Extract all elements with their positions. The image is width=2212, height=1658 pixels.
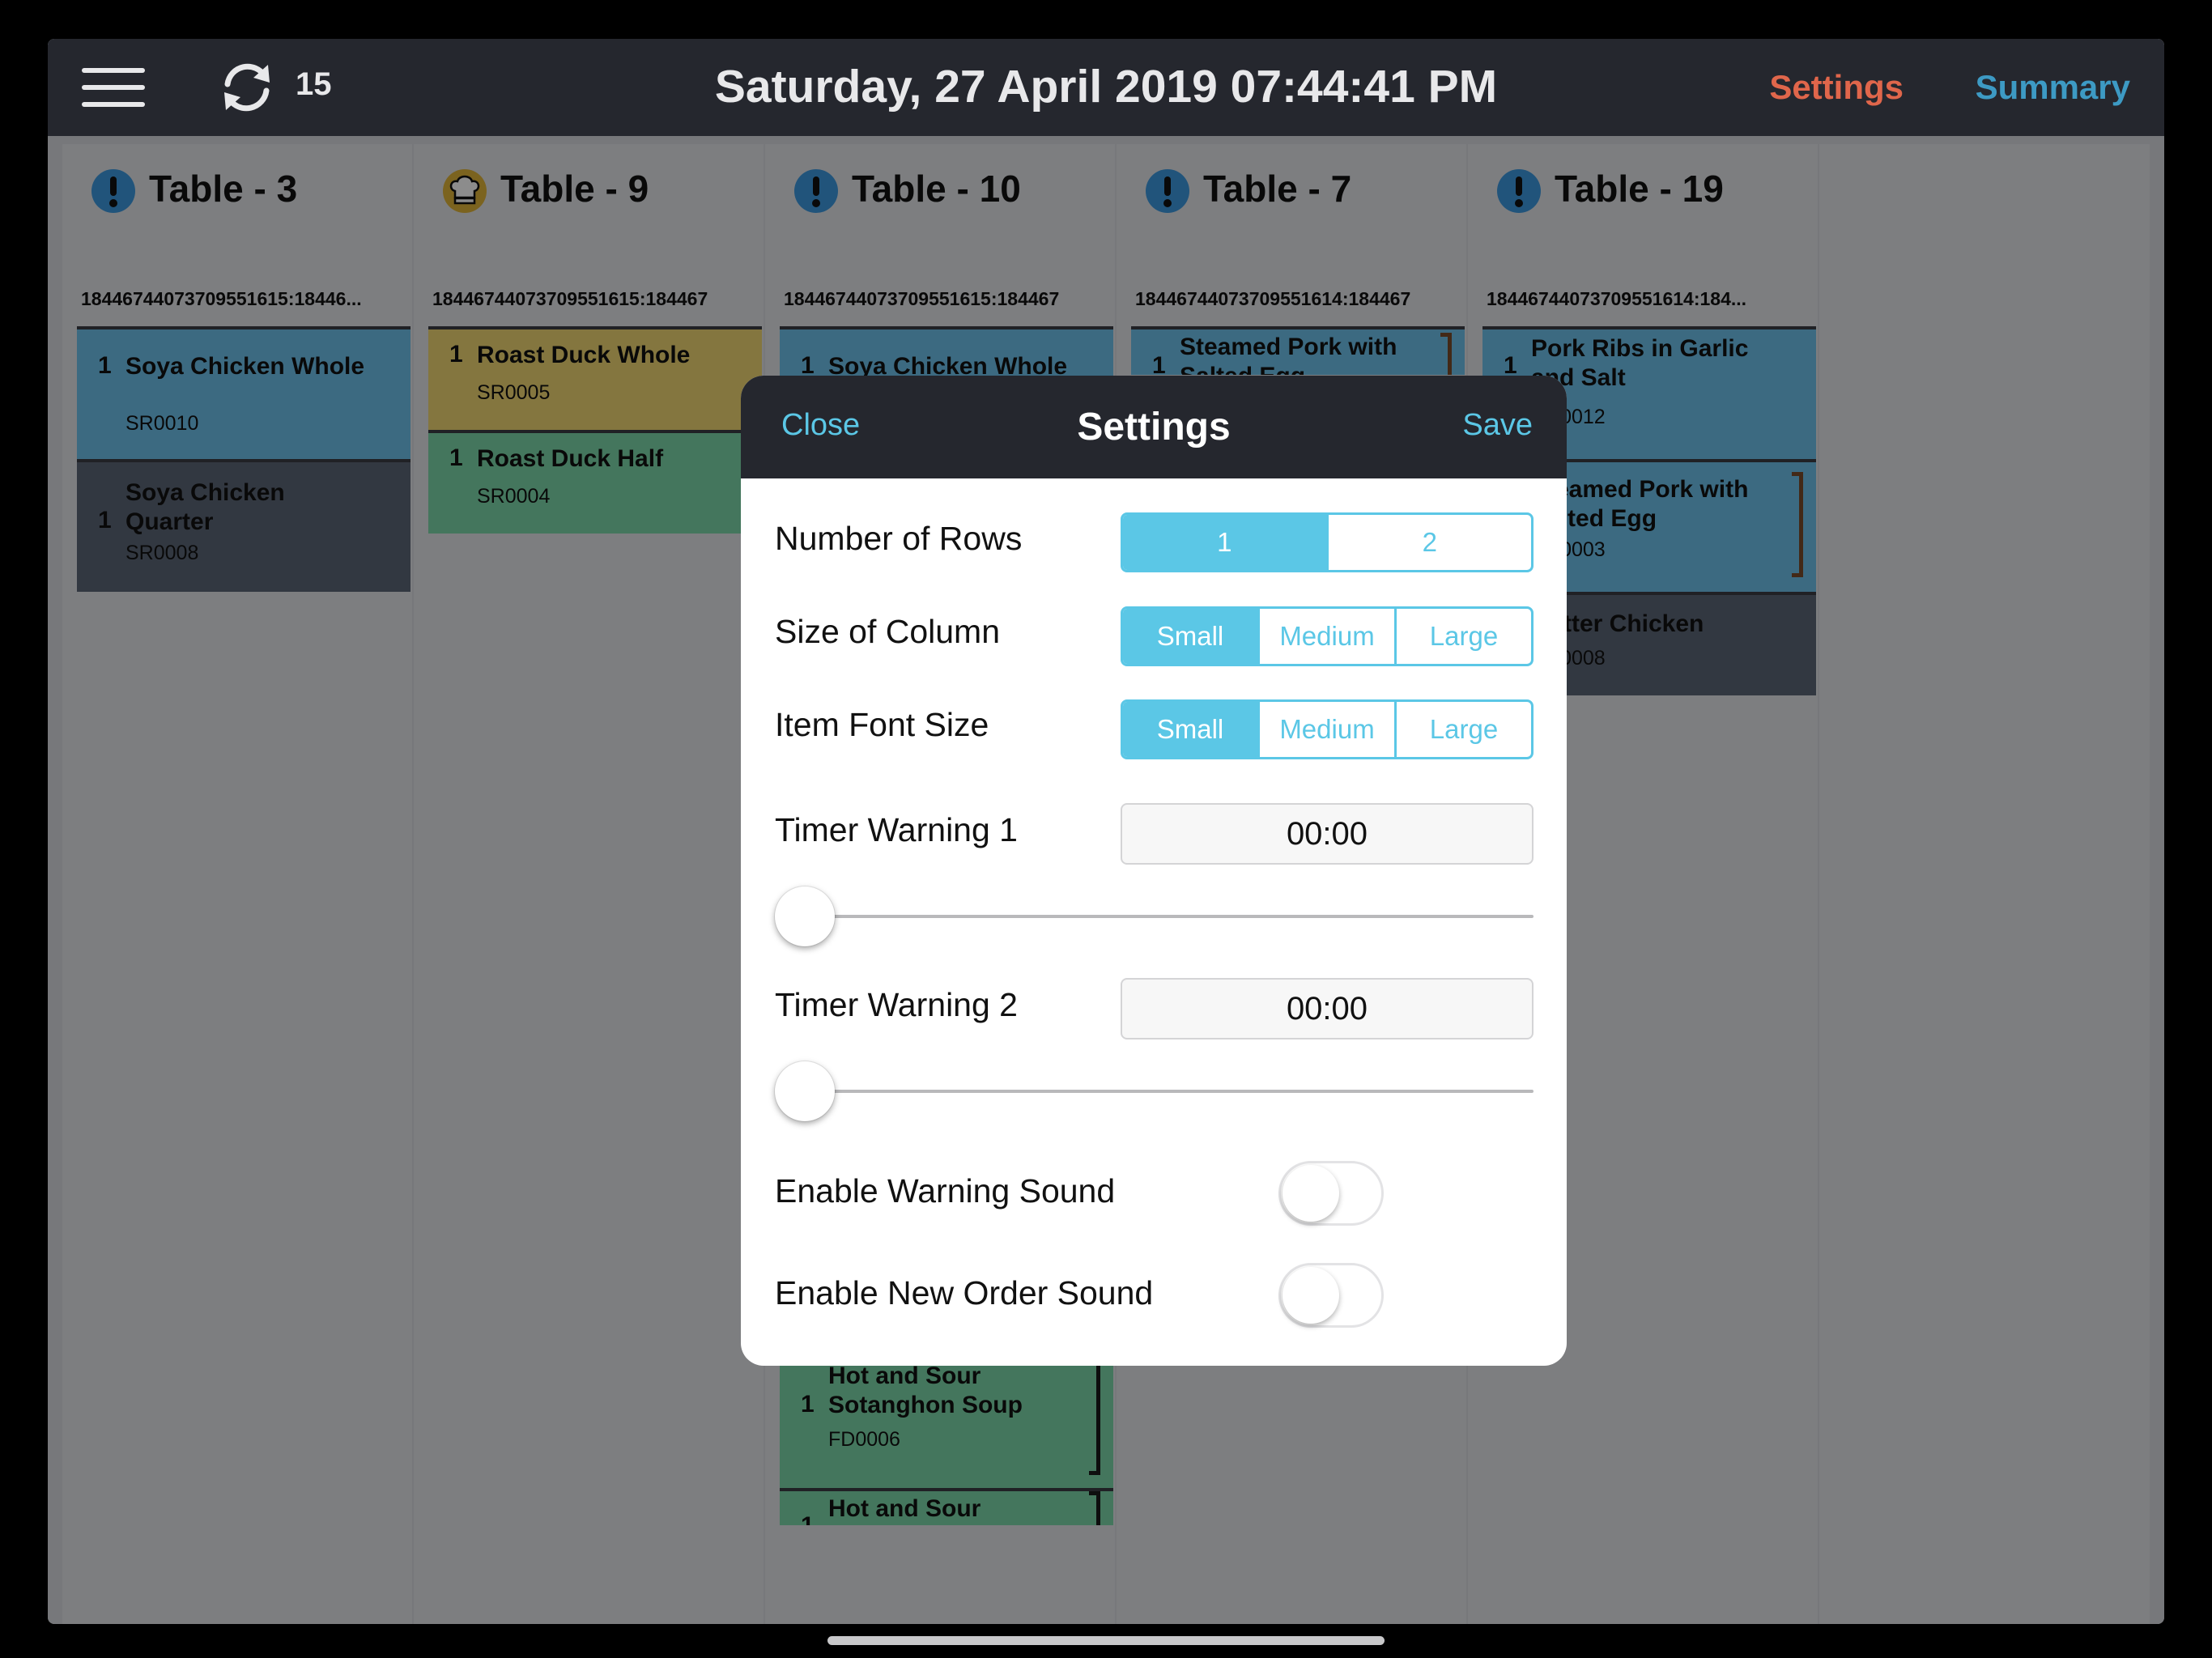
timer-warning-1-label: Timer Warning 1 <box>775 811 1018 848</box>
column-size-small[interactable]: Small <box>1123 609 1257 664</box>
modal-title: Settings <box>1077 406 1231 449</box>
settings-link[interactable]: Settings <box>1769 68 1904 107</box>
column-size-segmented-control: Small Medium Large <box>1121 606 1534 666</box>
font-size-medium[interactable]: Medium <box>1257 702 1394 757</box>
rows-option-1[interactable]: 1 <box>1123 515 1326 570</box>
rows-label: Number of Rows <box>775 520 1023 557</box>
timer-warning-2-label: Timer Warning 2 <box>775 986 1018 1023</box>
timer-warning-2-slider-thumb[interactable] <box>775 1061 835 1121</box>
summary-link[interactable]: Summary <box>1976 68 2130 107</box>
column-size-medium[interactable]: Medium <box>1257 609 1394 664</box>
timer-warning-1-value[interactable]: 00:00 <box>1121 803 1534 865</box>
font-size-large[interactable]: Large <box>1394 702 1531 757</box>
kitchen-display-screen: 15 Saturday, 27 April 2019 07:44:41 PM S… <box>48 39 2164 1624</box>
toggle-knob <box>1283 1267 1339 1324</box>
timer-warning-2-value[interactable]: 00:00 <box>1121 978 1534 1039</box>
toggle-knob <box>1283 1165 1339 1222</box>
rows-segmented-control: 1 2 <box>1121 512 1534 572</box>
new-order-sound-label: Enable New Order Sound <box>775 1274 1154 1312</box>
home-indicator <box>827 1636 1385 1645</box>
timer-warning-1-slider[interactable] <box>775 915 1534 918</box>
timer-warning-2-slider[interactable] <box>775 1090 1534 1093</box>
modal-header: Close Settings Save <box>741 376 1567 478</box>
column-size-label: Size of Column <box>775 613 1001 650</box>
settings-modal: Close Settings Save Number of Rows 1 2 S… <box>741 376 1567 1366</box>
warning-sound-toggle[interactable] <box>1278 1161 1384 1226</box>
rows-option-2[interactable]: 2 <box>1325 515 1532 570</box>
font-size-small[interactable]: Small <box>1123 702 1257 757</box>
font-size-segmented-control: Small Medium Large <box>1121 699 1534 759</box>
new-order-sound-toggle[interactable] <box>1278 1263 1384 1328</box>
top-bar: 15 Saturday, 27 April 2019 07:44:41 PM S… <box>48 39 2164 136</box>
save-button[interactable]: Save <box>1462 408 1533 443</box>
font-size-label: Item Font Size <box>775 706 989 743</box>
column-size-large[interactable]: Large <box>1394 609 1531 664</box>
warning-sound-label: Enable Warning Sound <box>775 1172 1116 1209</box>
timer-warning-1-slider-thumb[interactable] <box>775 886 835 946</box>
